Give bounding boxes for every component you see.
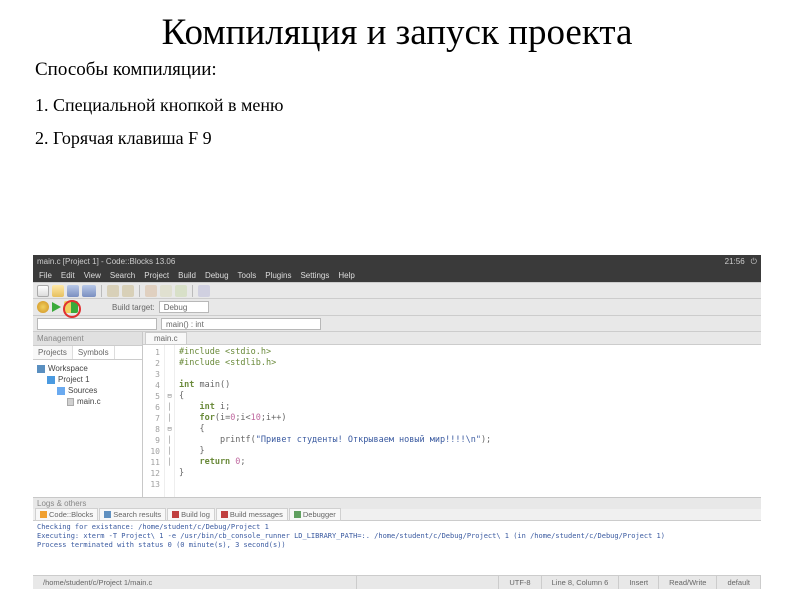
search-icon	[104, 511, 111, 518]
paste-icon[interactable]	[175, 285, 187, 297]
ide-window: main.c [Project 1] - Code::Blocks 13.06 …	[33, 255, 761, 589]
build-target-select[interactable]: Debug	[159, 301, 209, 313]
clock: 21:56	[725, 255, 745, 269]
tab-projects[interactable]: Projects	[33, 346, 73, 359]
log-tab-search[interactable]: Search results	[99, 508, 166, 521]
scope-class[interactable]	[37, 318, 157, 330]
slide-title: Компиляция и запуск проекта	[0, 0, 794, 59]
tree-project[interactable]: Project 1	[35, 374, 140, 385]
line-gutter: 12345678910111213	[143, 345, 165, 497]
log-tab-buildmsg[interactable]: Build messages	[216, 508, 288, 521]
status-position: Line 8, Column 6	[542, 576, 620, 589]
folder-icon	[57, 387, 65, 395]
slide-subtitle: Способы компиляции:	[0, 59, 794, 89]
menu-build[interactable]: Build	[178, 271, 196, 280]
menu-view[interactable]: View	[84, 271, 101, 280]
workspace-icon	[37, 365, 45, 373]
status-blank	[357, 576, 499, 589]
tree-sources[interactable]: Sources	[35, 385, 140, 396]
menu-file[interactable]: File	[39, 271, 52, 280]
file-icon	[67, 398, 74, 406]
log-output: Checking for existance: /home/student/c/…	[33, 521, 761, 582]
panel-title: Management	[33, 332, 142, 346]
workspace: Management Projects Symbols Workspace Pr…	[33, 332, 761, 497]
menu-plugins[interactable]: Plugins	[265, 271, 291, 280]
toolbar-main	[33, 282, 761, 299]
build-target-label: Build target:	[112, 303, 155, 312]
window-title: main.c [Project 1] - Code::Blocks 13.06	[37, 255, 175, 269]
project-tree: Workspace Project 1 Sources main.c	[33, 360, 142, 497]
menubar: File Edit View Search Project Build Debu…	[33, 269, 761, 282]
menu-search[interactable]: Search	[110, 271, 135, 280]
menu-edit[interactable]: Edit	[61, 271, 75, 280]
new-file-icon[interactable]	[37, 285, 49, 297]
bullet-2: 2. Горячая клавиша F 9	[0, 122, 794, 155]
buildlog-icon	[172, 511, 179, 518]
titlebar: main.c [Project 1] - Code::Blocks 13.06 …	[33, 255, 761, 269]
log-tab-codeblocks[interactable]: Code::Blocks	[35, 508, 98, 521]
menu-debug[interactable]: Debug	[205, 271, 229, 280]
menu-help[interactable]: Help	[338, 271, 354, 280]
management-panel: Management Projects Symbols Workspace Pr…	[33, 332, 143, 497]
scope-function[interactable]: main() : int	[161, 318, 321, 330]
save-icon[interactable]	[67, 285, 79, 297]
build-icon[interactable]	[37, 301, 49, 313]
statusbar: /home/student/c/Project 1/main.c UTF-8 L…	[33, 575, 761, 589]
redo-icon[interactable]	[122, 285, 134, 297]
toolbar-build: Build target: Debug	[33, 299, 761, 316]
undo-icon[interactable]	[107, 285, 119, 297]
log-tab-debugger[interactable]: Debugger	[289, 508, 341, 521]
save-all-icon[interactable]	[82, 285, 96, 297]
open-icon[interactable]	[52, 285, 64, 297]
menu-project[interactable]: Project	[144, 271, 169, 280]
editor-tab-mainc[interactable]: main.c	[145, 332, 187, 344]
status-encoding: UTF-8	[499, 576, 541, 589]
log-tab-buildlog[interactable]: Build log	[167, 508, 215, 521]
status-insert: Insert	[619, 576, 659, 589]
tree-workspace[interactable]: Workspace	[35, 363, 140, 374]
power-icon[interactable]: ⏻	[751, 255, 757, 269]
bullet-1: 1. Специальной кнопкой в меню	[0, 89, 794, 122]
editor-area: main.c 12345678910111213 ⊟││⊟│││ #includ…	[143, 332, 761, 497]
status-rw: Read/Write	[659, 576, 717, 589]
find-icon[interactable]	[198, 285, 210, 297]
cut-icon[interactable]	[145, 285, 157, 297]
fold-gutter: ⊟││⊟│││	[165, 345, 175, 497]
code-editor[interactable]: #include <stdio.h> #include <stdlib.h> i…	[175, 345, 761, 497]
cb-icon	[40, 511, 47, 518]
build-and-run-icon[interactable]	[64, 301, 78, 313]
debugger-icon	[294, 511, 301, 518]
status-profile: default	[717, 576, 761, 589]
tree-file-mainc[interactable]: main.c	[35, 396, 140, 407]
copy-icon[interactable]	[160, 285, 172, 297]
tab-symbols[interactable]: Symbols	[73, 346, 115, 359]
menu-settings[interactable]: Settings	[300, 271, 329, 280]
toolbar-scope: main() : int	[33, 316, 761, 332]
buildmsg-icon	[221, 511, 228, 518]
menu-tools[interactable]: Tools	[238, 271, 257, 280]
project-icon	[47, 376, 55, 384]
run-icon[interactable]	[52, 302, 61, 312]
logs-panel: Logs & others Code::Blocks Search result…	[33, 497, 761, 582]
status-path: /home/student/c/Project 1/main.c	[33, 576, 357, 589]
